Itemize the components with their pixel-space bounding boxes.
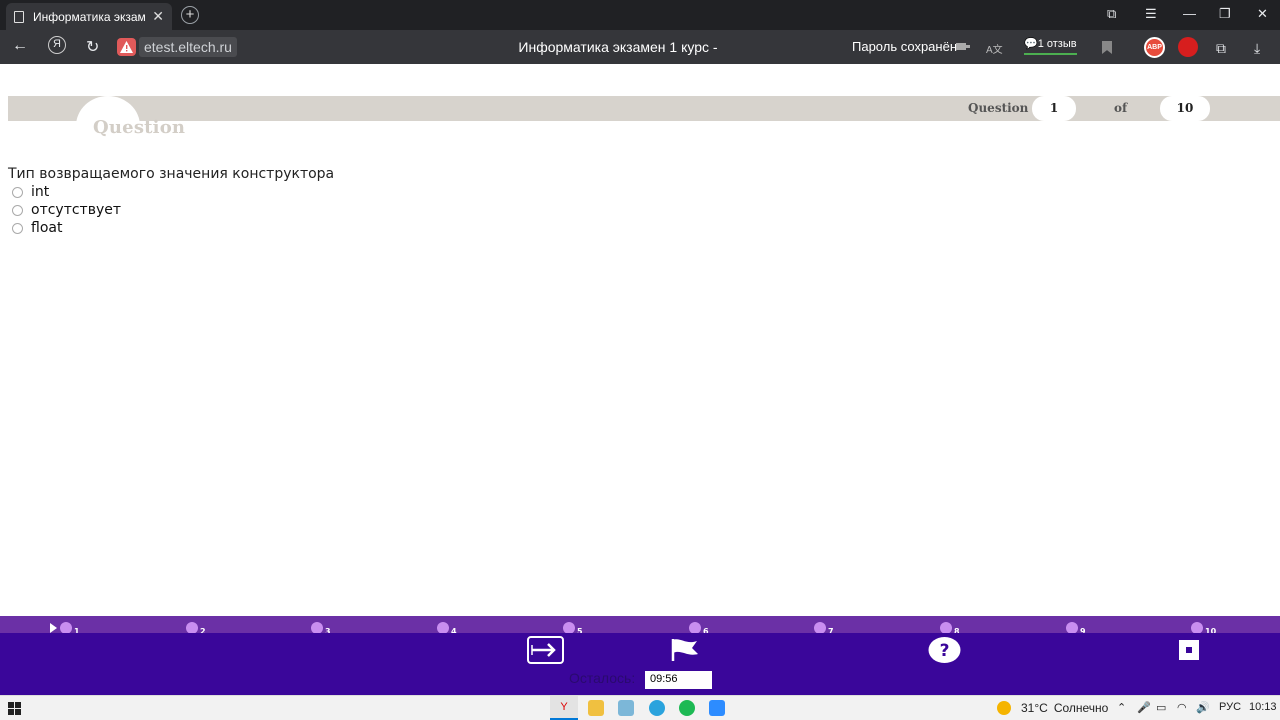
radio-button[interactable] [12,222,23,234]
browser-tab[interactable]: Информатика экзамен 1 курс - ✕ [6,3,172,30]
close-tab-icon[interactable]: ✕ [152,8,164,25]
question-text: Тип возвращаемого значения конструктора [8,166,335,182]
answer-label[interactable]: float [31,220,62,236]
answer-label[interactable]: отсутствует [31,202,121,218]
help-icon[interactable]: ? [928,636,961,664]
browser-tab-bar: Информатика экзамен 1 курс - ✕ + ⧉ ☰ — ❐… [0,0,1280,30]
stop-exam-icon[interactable] [1178,639,1200,661]
extensions-icon[interactable]: ⧉ [1216,40,1226,57]
tab-title: Информатика экзамен 1 курс - [33,9,146,24]
answer-option[interactable]: отсутствует [12,201,121,219]
flag-icon[interactable] [670,637,700,663]
stop-extension-icon[interactable] [1178,37,1198,57]
menu-icon[interactable]: ☰ [1145,6,1157,22]
tray-chevron-icon[interactable]: ⌃ [1117,701,1126,714]
address-bar: ← Я ↻ etest.eltech.ru Информатика экзаме… [0,30,1280,64]
of-label: of [1114,101,1128,115]
question-nav-dot[interactable] [814,622,826,633]
question-navigation: 1 2 3 4 5 6 7 8 9 10 [0,616,1280,633]
weather-widget[interactable]: 31°C Солнечно [997,701,1108,715]
question-nav-dot[interactable] [940,622,952,633]
exam-control-bar: ? Осталось: 09:56 [0,633,1280,695]
spotify-app-icon[interactable] [679,700,695,716]
total-questions: 10 [1160,96,1210,121]
key-icon[interactable] [956,40,970,52]
bookmark-icon[interactable] [1102,41,1112,54]
question-logo-text: Question [93,117,186,138]
answer-option[interactable]: int [12,183,49,201]
question-nav-dot[interactable] [563,622,575,633]
window-close-icon[interactable]: ✕ [1257,6,1268,22]
radio-button[interactable] [12,186,23,198]
question-label: Question [968,101,1029,115]
file-explorer-app-icon[interactable] [588,700,604,716]
current-question-number: 1 [1032,96,1076,121]
volume-icon[interactable]: 🔊 [1196,701,1210,714]
question-nav-dot[interactable] [689,622,701,633]
restore-icon[interactable]: ❐ [1219,6,1231,22]
timer-field: 09:56 [645,671,712,689]
translate-icon[interactable]: A文 [986,41,1003,56]
new-tab-button[interactable]: + [181,6,199,24]
temperature: 31°C [1021,701,1048,715]
question-nav-dot[interactable] [1191,622,1203,633]
answer-option[interactable]: float [12,219,62,237]
wifi-icon[interactable]: ◠ [1177,701,1187,714]
svg-text:?: ? [940,641,950,661]
question-nav-dot[interactable] [186,622,198,633]
password-saved-label[interactable]: Пароль сохранён [852,39,957,54]
question-nav-dot[interactable] [437,622,449,633]
taskbar: Y 31°C Солнечно ⌃ 🎤 ▭ ◠ 🔊 РУС 10:13 [0,695,1280,720]
weather-text: Солнечно [1053,701,1109,715]
question-header-band [8,96,1280,121]
reviews-badge[interactable]: 💬1 отзыв [1024,37,1077,55]
adblock-icon[interactable]: ABP [1144,37,1165,58]
question-nav-dot[interactable] [1066,622,1078,633]
url-field[interactable]: etest.eltech.ru [139,37,237,57]
download-icon[interactable]: ⤓ [1254,40,1260,57]
back-icon[interactable]: ← [12,37,28,55]
document-icon [14,10,24,23]
radio-button[interactable] [12,204,23,216]
windows-start-icon[interactable] [8,702,21,715]
battery-icon[interactable]: ▭ [1156,701,1166,714]
sun-icon [997,701,1011,715]
yandex-icon[interactable]: Я [48,36,66,54]
minimize-icon[interactable]: — [1183,6,1196,21]
security-warning-icon[interactable] [117,38,136,56]
language-indicator[interactable]: РУС [1219,701,1241,713]
telegram-app-icon[interactable] [649,700,665,716]
zoom-app-icon[interactable] [709,700,725,716]
next-question-icon[interactable] [527,636,564,664]
question-nav-dot[interactable] [60,622,72,633]
yandex-browser-app-icon[interactable]: Y [550,696,578,720]
answer-label[interactable]: int [31,184,49,200]
question-nav-dot[interactable] [311,622,323,633]
microphone-icon[interactable]: 🎤 [1137,701,1151,714]
remaining-label: Осталось: [569,670,636,686]
clock[interactable]: 10:13 [1249,701,1277,713]
page-title: Информатика экзамен 1 курс - [518,39,718,55]
reload-icon[interactable]: ↻ [86,37,99,57]
current-question-arrow-icon [50,623,57,633]
app-icon[interactable] [618,700,634,716]
tabs-overview-icon[interactable]: ⧉ [1107,6,1116,22]
